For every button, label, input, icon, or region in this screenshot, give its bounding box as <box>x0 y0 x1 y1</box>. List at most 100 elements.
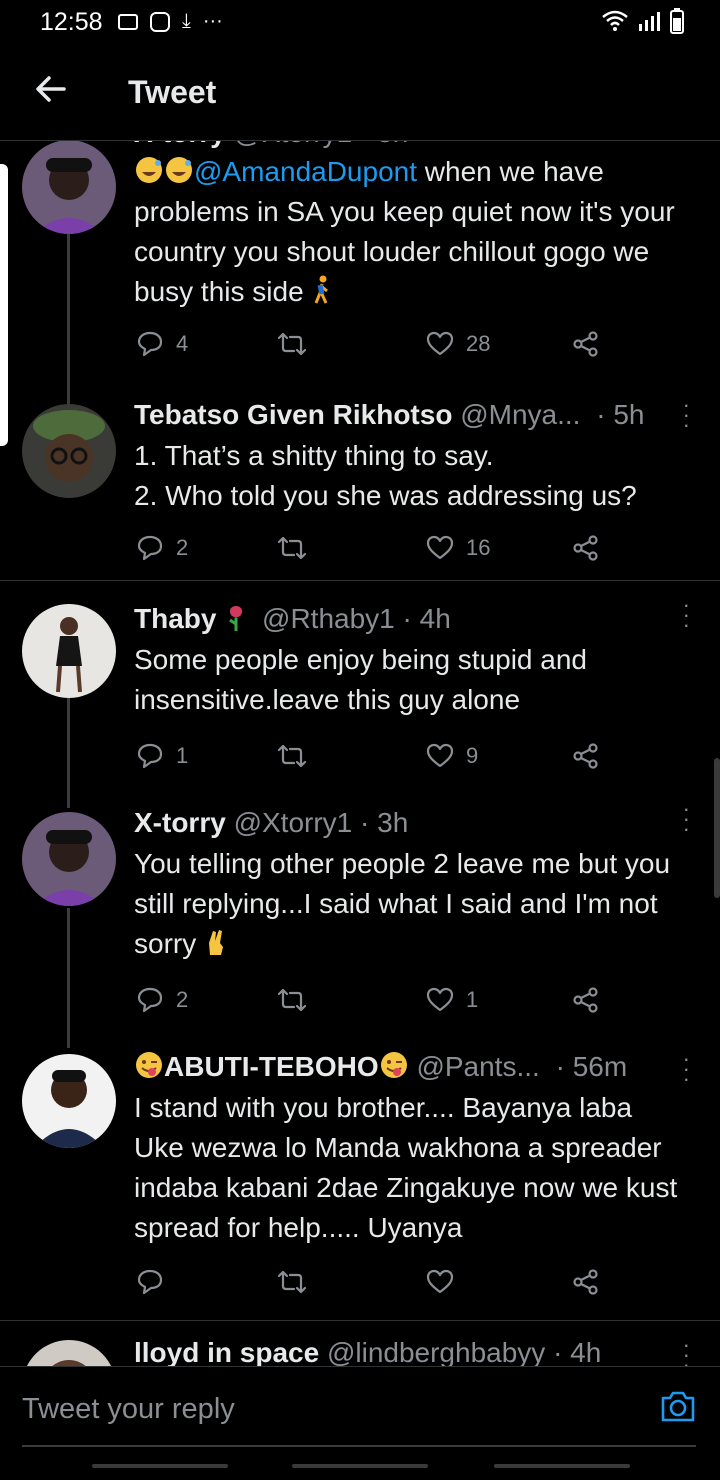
tweet-text: @AmandaDupont when we have problems in S… <box>134 156 675 307</box>
author-handle: @lindberghbabyy · 4h <box>326 1337 602 1366</box>
like-icon <box>426 743 454 768</box>
nav-home-handle[interactable] <box>292 1464 428 1468</box>
tweet-text: You telling other people 2 leave me but … <box>134 848 671 959</box>
share-icon <box>573 1269 598 1295</box>
author-name[interactable]: X-torry <box>134 140 226 148</box>
tweet-time: · 56m <box>555 1051 628 1082</box>
more-options-icon[interactable]: · · · <box>683 394 690 436</box>
signal-icon <box>639 12 660 31</box>
reply-button[interactable]: 4 <box>136 330 188 358</box>
retweet-icon <box>277 988 307 1012</box>
avatar[interactable] <box>22 812 116 906</box>
avatar[interactable] <box>22 404 116 498</box>
reply-button[interactable] <box>136 1268 176 1296</box>
winking-tongue-emoji-icon <box>380 1052 407 1078</box>
avatar[interactable] <box>22 1340 116 1366</box>
reply-count: 4 <box>176 331 189 356</box>
nav-recents-handle[interactable] <box>92 1464 228 1468</box>
retweet-button[interactable] <box>276 742 320 770</box>
thread-connector <box>67 220 70 420</box>
top-app-bar: Tweet <box>0 48 720 141</box>
like-button[interactable]: 28 <box>426 330 490 358</box>
gallery-notification-icon <box>118 13 138 30</box>
tweet-text: 1. That’s a shitty thing to say. 2. Who … <box>134 440 637 511</box>
author-handle: @Xtorry1 <box>234 140 353 148</box>
reply-button[interactable]: 2 <box>136 986 188 1014</box>
crossed-fingers-emoji-icon <box>209 930 224 955</box>
author-name[interactable]: ABUTI-TEBOHO <box>164 1051 379 1082</box>
status-bar: 12:58 ⤓ ··· <box>0 0 720 48</box>
author-handle: @Mnya... <box>460 399 581 430</box>
thread-connector <box>67 908 70 1048</box>
share-button[interactable] <box>572 330 600 358</box>
author-handle: @Pants... <box>416 1051 540 1082</box>
nav-back-handle[interactable] <box>494 1464 630 1468</box>
author-name[interactable]: X-torry <box>134 807 226 838</box>
tweet-actions: 4 28 <box>134 330 624 370</box>
tweet-text: Some people enjoy being stupid and insen… <box>134 644 588 715</box>
like-icon <box>426 331 454 356</box>
author-name[interactable]: Tebatso Given Rikhotso <box>134 399 452 430</box>
reply-thread[interactable]: X-torry @Xtorry1 · 3h @AmandaDupont when… <box>0 140 720 1366</box>
author-name[interactable]: Thaby <box>134 603 216 634</box>
tweet-actions: 2 1 <box>134 986 624 1026</box>
reply-input[interactable]: Tweet your reply <box>22 1393 235 1426</box>
tweet-actions <box>134 1268 624 1308</box>
tweet-time: · 5h <box>596 399 645 430</box>
share-button[interactable] <box>572 742 600 770</box>
share-button[interactable] <box>572 986 600 1014</box>
share-icon <box>573 535 598 561</box>
status-time: 12:58 <box>40 8 103 36</box>
avatar[interactable] <box>22 604 116 698</box>
camera-icon[interactable] <box>660 1389 696 1423</box>
avatar[interactable] <box>22 140 116 234</box>
reply-count: 2 <box>176 987 189 1012</box>
like-count: 16 <box>466 535 491 560</box>
retweet-icon <box>277 744 307 768</box>
tweet-actions: 1 9 <box>134 742 624 782</box>
retweet-button[interactable] <box>276 534 320 562</box>
avatar[interactable] <box>22 1054 116 1148</box>
thread-connector <box>67 688 70 808</box>
like-button[interactable] <box>426 1268 466 1296</box>
share-button[interactable] <box>572 1268 600 1296</box>
retweet-button[interactable] <box>276 330 320 358</box>
more-options-icon[interactable]: · · · <box>683 1048 690 1090</box>
author-handle: @Xtorry1 · 3h <box>233 807 409 838</box>
sweat-smile-emoji-icon <box>166 157 192 183</box>
like-button[interactable]: 1 <box>426 986 478 1014</box>
edge-panel-handle[interactable] <box>0 164 8 446</box>
scrollbar[interactable] <box>714 758 720 898</box>
system-nav-bar <box>0 1446 720 1480</box>
author-name[interactable]: lloyd in space <box>134 1337 319 1366</box>
instagram-notification-icon <box>150 11 170 32</box>
sweat-smile-emoji-icon <box>136 157 162 183</box>
like-icon <box>426 1269 454 1294</box>
retweet-icon <box>277 1270 307 1294</box>
like-count: 9 <box>466 743 479 768</box>
reply-icon <box>137 331 163 357</box>
author-handle: @Rthaby1 · 4h <box>262 603 451 634</box>
reply-button[interactable]: 2 <box>136 534 188 562</box>
share-icon <box>573 743 598 769</box>
retweet-button[interactable] <box>276 986 320 1014</box>
reply-icon <box>137 987 163 1013</box>
reply-count: 1 <box>176 743 189 768</box>
mention-link[interactable]: @AmandaDupont <box>194 156 417 187</box>
like-button[interactable]: 16 <box>426 534 490 562</box>
share-button[interactable] <box>572 534 600 562</box>
more-options-icon[interactable]: · · · <box>683 1334 690 1367</box>
more-options-icon[interactable]: · · · <box>683 798 690 840</box>
share-icon <box>573 987 598 1013</box>
like-icon <box>426 987 454 1012</box>
more-options-icon[interactable]: · · · <box>683 594 690 636</box>
reply-composer: Tweet your reply <box>0 1366 720 1447</box>
reply-icon <box>137 535 163 561</box>
tweet-actions: 2 16 <box>134 534 624 574</box>
retweet-button[interactable] <box>276 1268 320 1296</box>
reply-button[interactable]: 1 <box>136 742 188 770</box>
person-walking-emoji-icon <box>315 275 329 304</box>
like-button[interactable]: 9 <box>426 742 478 770</box>
back-arrow-icon[interactable] <box>34 72 68 106</box>
wifi-icon <box>602 10 628 31</box>
